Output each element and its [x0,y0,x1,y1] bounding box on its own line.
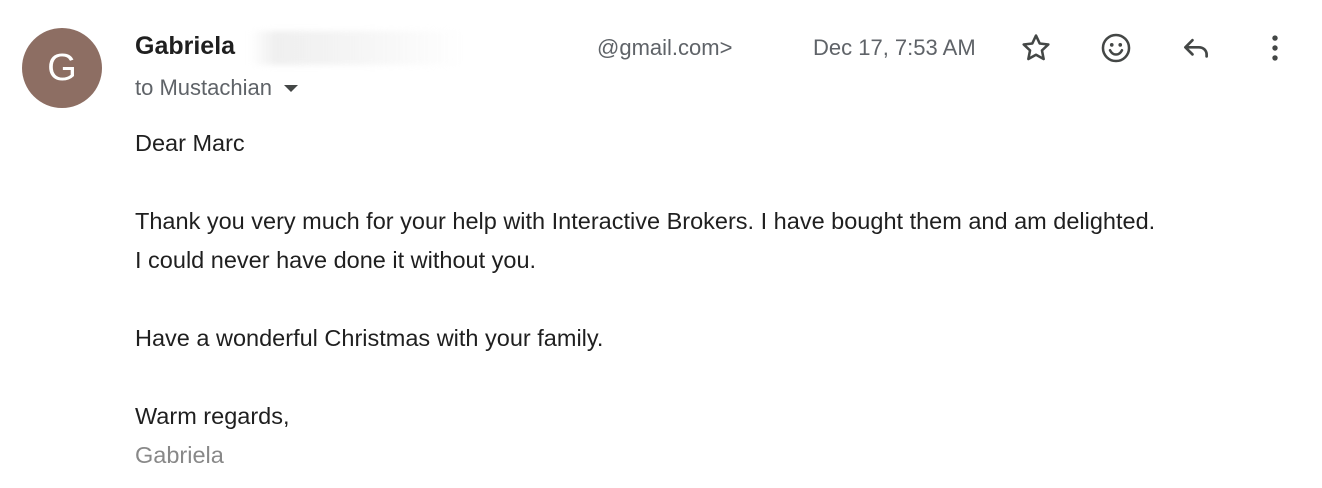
sender-avatar[interactable]: G [22,28,102,108]
caret-down-icon[interactable] [283,84,298,92]
more-options-button[interactable] [1255,28,1295,68]
star-outline-icon [1022,34,1050,61]
body-paragraph-1-line-1: Thank you very much for your help with I… [135,208,1156,234]
redacted-sender-address [250,31,465,65]
body-closing: Warm regards, [135,403,290,429]
reply-icon [1184,38,1208,58]
body-paragraph-2: Have a wonderful Christmas with your fam… [135,325,604,351]
recipient-label: to Mustachian [135,75,272,100]
avatar-letter: G [47,46,77,89]
body-paragraph-1-line-2: I could never have done it without you. [135,247,537,273]
recipient-details[interactable]: to Mustachian [135,75,298,101]
add-reaction-icon [1101,33,1131,63]
sender-email: @gmail.com> [597,35,733,60]
body-signature: Gabriela [135,442,224,468]
message-timestamp[interactable]: Dec 17, 7:53 AM [813,35,976,61]
body-greeting: Dear Marc [135,130,245,156]
star-button[interactable] [1016,28,1056,68]
reply-button[interactable] [1176,28,1216,68]
sender-name[interactable]: Gabriela [135,32,235,61]
add-reaction-button[interactable] [1096,28,1136,68]
more-vertical-icon [1272,35,1278,61]
